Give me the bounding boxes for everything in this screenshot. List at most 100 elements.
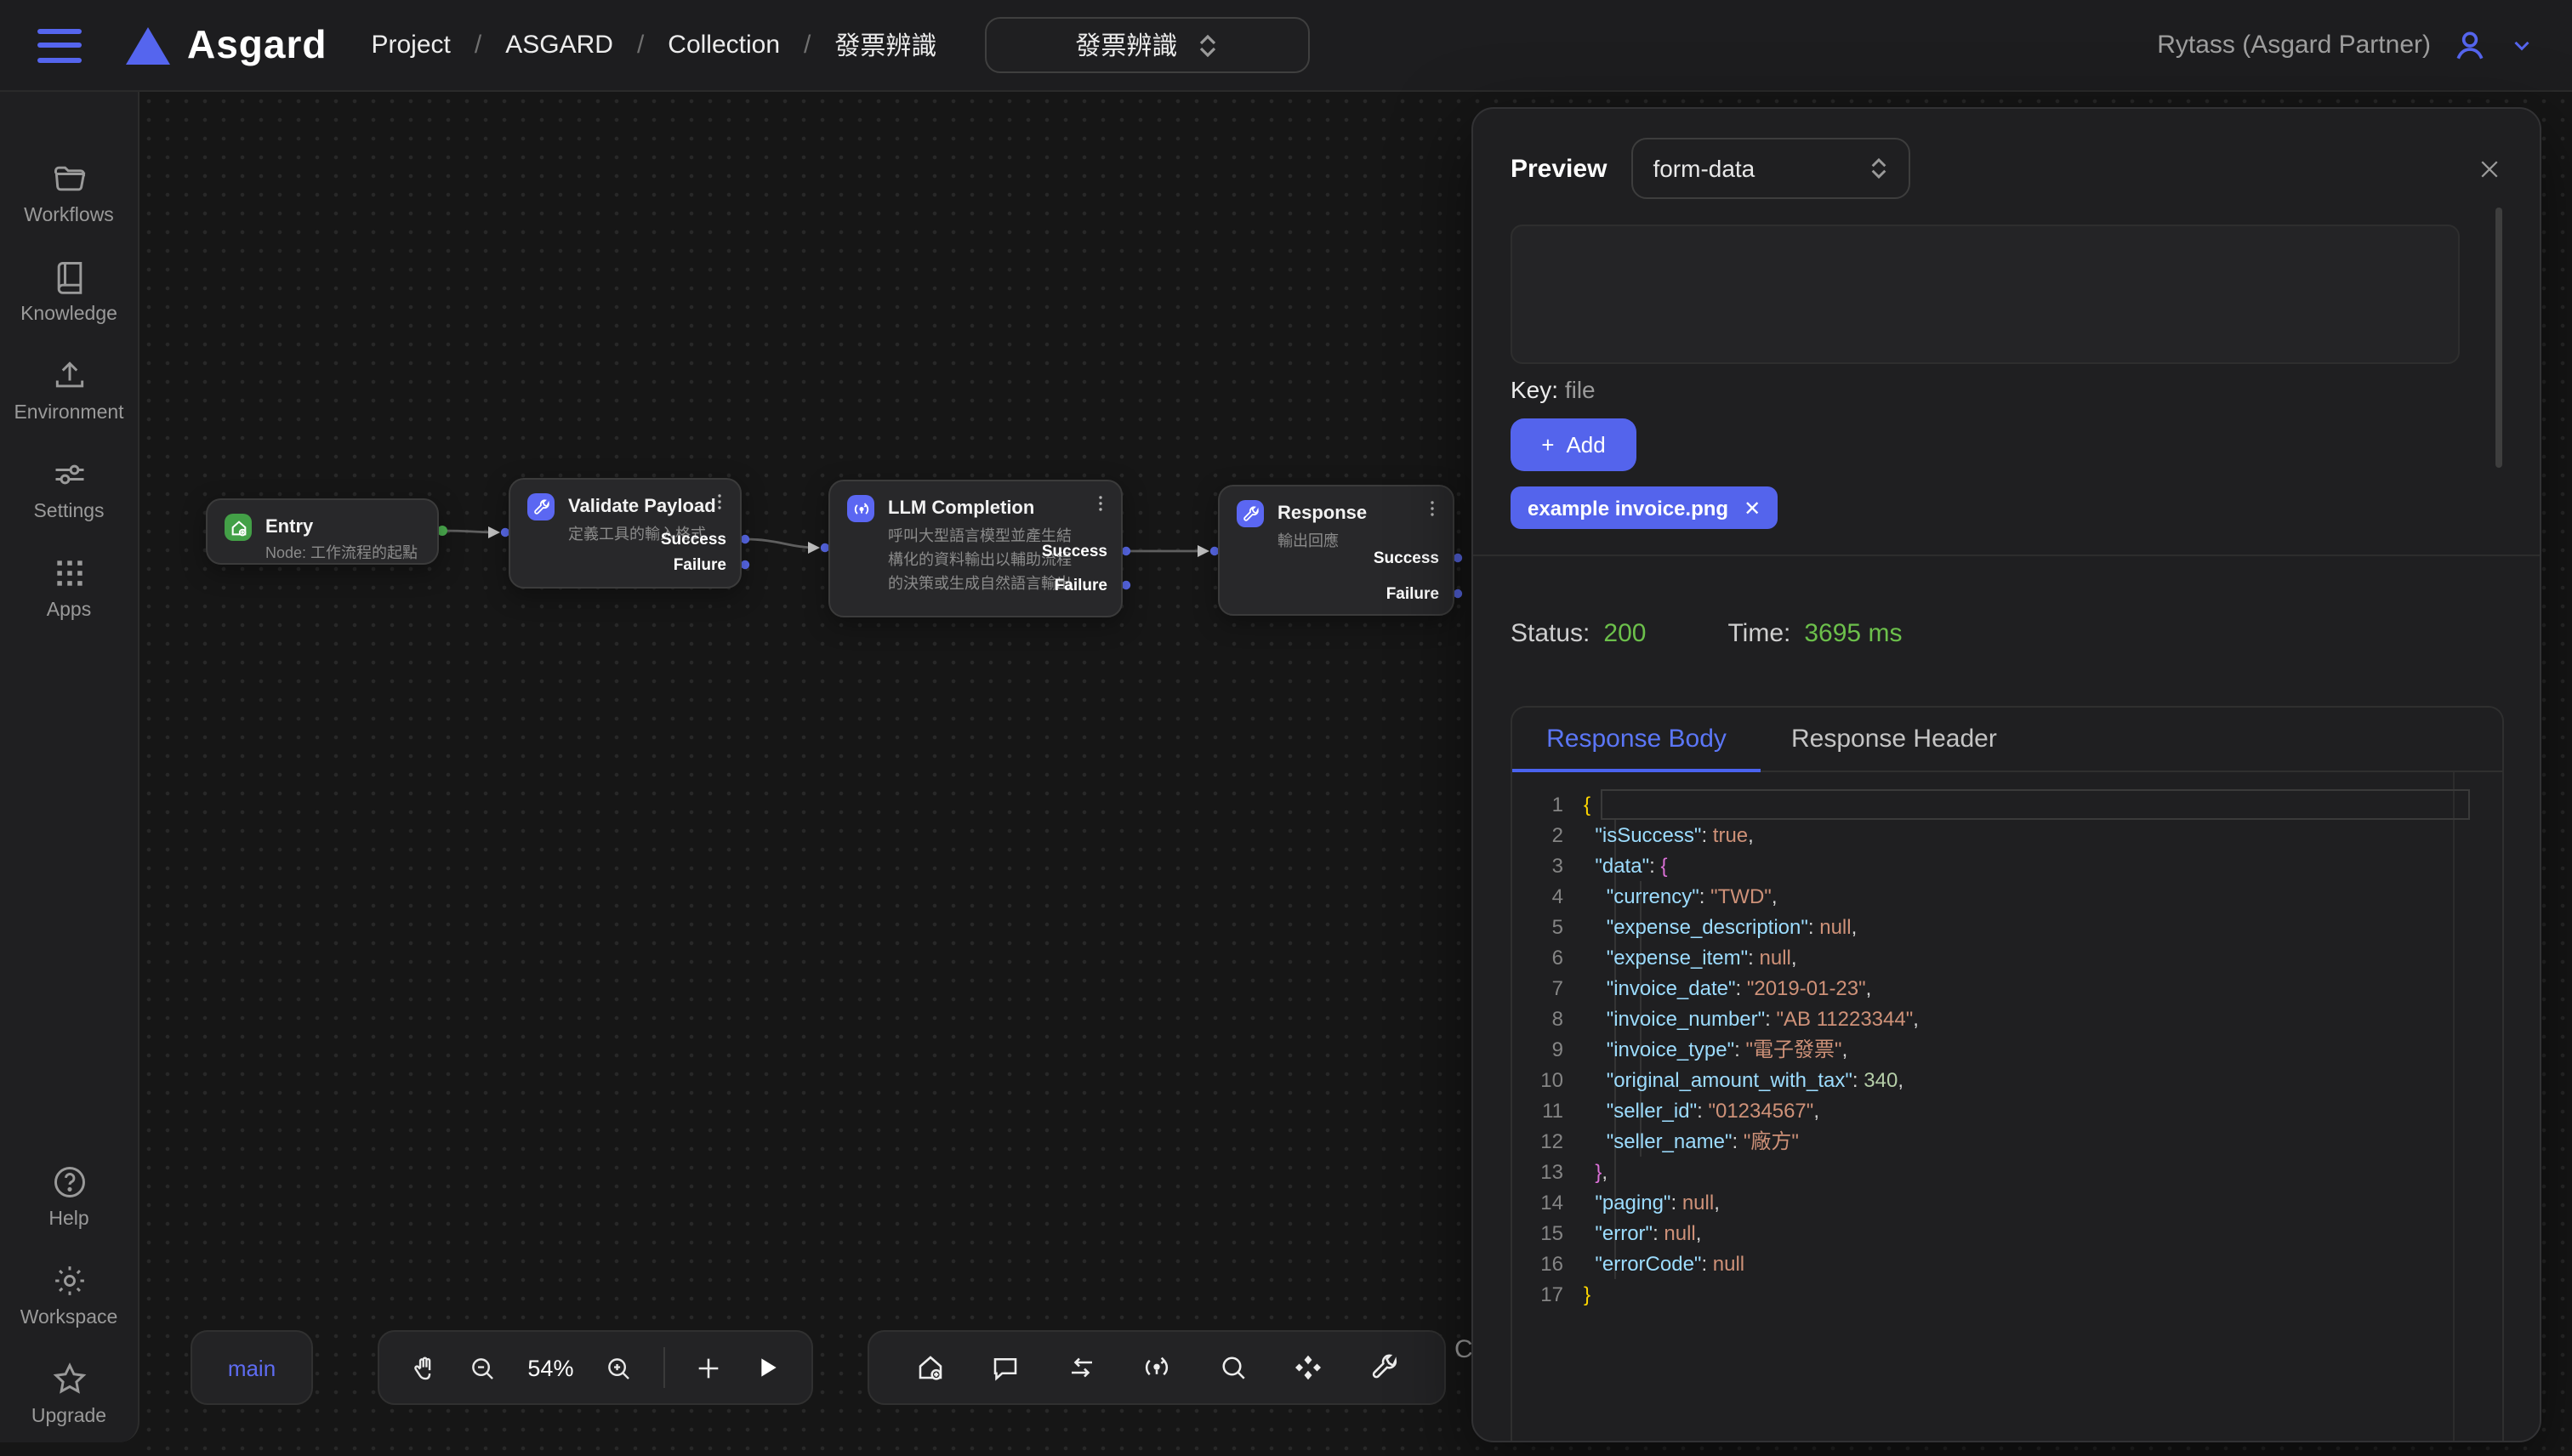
code-line: 10 "original_amount_with_tax": 340, <box>1512 1065 2502 1095</box>
sidebar-item-label: Apps <box>47 600 91 620</box>
sidebar-item-settings[interactable]: Settings <box>0 439 138 537</box>
node-response[interactable]: Response 輸出回應 Success Failure <box>1218 485 1454 616</box>
response-tabs: Response Body Response Header <box>1512 708 2502 772</box>
preview-panel: Preview form-data Key: file + Add exampl… <box>1471 107 2541 1442</box>
wrench-icon <box>527 493 555 520</box>
code-lines: 1{2 "isSuccess": true,3 "data": {4 "curr… <box>1512 789 2502 1310</box>
hamburger-menu-icon[interactable] <box>37 28 82 62</box>
breadcrumb-current: 發票辨識 <box>834 27 936 63</box>
node-title: Response <box>1277 500 1367 527</box>
user-name: Rytass (Asgard Partner) <box>2157 31 2431 60</box>
node-output-failure[interactable]: Failure <box>674 556 726 577</box>
node-output-success[interactable]: Success <box>1042 543 1107 563</box>
tab-response-header[interactable]: Response Header <box>1761 708 2028 771</box>
breadcrumb-separator: / <box>804 31 811 60</box>
preview-panel-header: Preview form-data <box>1511 138 2502 199</box>
sidebar-item-label: Workspace <box>20 1307 118 1328</box>
star-icon <box>50 1360 88 1397</box>
rerun-icon[interactable] <box>1141 1352 1172 1383</box>
code-line: 6 "expense_item": null, <box>1512 942 2502 973</box>
sidebar-item-knowledge[interactable]: Knowledge <box>0 242 138 340</box>
code-line: 14 "paging": null, <box>1512 1187 2502 1218</box>
body-type-value: form-data <box>1653 155 1755 182</box>
node-menu-icon[interactable] <box>709 492 730 512</box>
brand[interactable]: Asgard <box>126 22 327 68</box>
node-output-failure[interactable]: Failure <box>1055 577 1107 597</box>
gear-icon <box>50 1261 88 1299</box>
zoom-level: 54% <box>527 1355 573 1380</box>
node-entry[interactable]: Entry Node: 工作流程的起點 <box>206 498 439 565</box>
user-menu[interactable]: Rytass (Asgard Partner) <box>2157 26 2535 64</box>
pan-hand-icon[interactable] <box>409 1353 438 1382</box>
sidebar-item-workflows[interactable]: Workflows <box>0 143 138 242</box>
add-file-button[interactable]: + Add <box>1511 418 1636 471</box>
zoom-in-icon[interactable] <box>604 1353 633 1382</box>
asgard-logo-icon <box>126 26 170 64</box>
node-menu-icon[interactable] <box>1422 498 1442 519</box>
node-output-failure[interactable]: Failure <box>1386 585 1439 606</box>
apps-grid-icon <box>50 554 88 591</box>
node-output-success[interactable]: Success <box>1374 549 1439 570</box>
code-line: 2 "isSuccess": true, <box>1512 820 2502 850</box>
panel-scrollbar[interactable] <box>2495 208 2502 468</box>
code-editor[interactable]: 1{2 "isSuccess": true,3 "data": {4 "curr… <box>1512 772 2502 1441</box>
add-entry-node-icon[interactable] <box>914 1352 945 1383</box>
toolbar-divider <box>663 1347 664 1388</box>
add-node-icon[interactable] <box>695 1353 724 1382</box>
sidebar-item-help[interactable]: Help <box>0 1146 138 1245</box>
sidebar-item-apps[interactable]: Apps <box>0 537 138 636</box>
plus-icon: + <box>1541 432 1554 458</box>
breadcrumb-project[interactable]: Project <box>372 31 451 60</box>
sliders-icon <box>50 455 88 492</box>
body-type-select[interactable]: form-data <box>1630 138 1909 199</box>
code-line: 11 "seller_id": "01234567", <box>1512 1095 2502 1126</box>
tab-response-body[interactable]: Response Body <box>1512 708 1761 771</box>
node-desc: Node: 工作流程的起點 <box>265 541 418 565</box>
run-workflow-icon[interactable] <box>754 1354 781 1381</box>
key-value: file <box>1565 376 1596 403</box>
close-icon[interactable] <box>2477 156 2502 181</box>
branch-button[interactable]: main <box>191 1330 313 1405</box>
form-data-scroll-area[interactable] <box>1511 225 2460 364</box>
select-updown-icon <box>1869 156 1887 180</box>
canvas-tools-toolbar <box>868 1330 1446 1405</box>
collection-select[interactable]: 發票辨識 <box>984 17 1309 73</box>
user-avatar-icon[interactable] <box>2451 26 2489 64</box>
help-icon <box>50 1163 88 1200</box>
code-line: 4 "currency": "TWD", <box>1512 881 2502 912</box>
add-button-label: Add <box>1566 432 1605 458</box>
node-validate-payload[interactable]: Validate Payload 定義工具的輸入格式 Success Failu… <box>509 478 742 589</box>
comment-icon[interactable] <box>990 1352 1021 1383</box>
sidebar-item-environment[interactable]: Environment <box>0 340 138 439</box>
upload-icon <box>50 356 88 394</box>
wrench-tool-icon[interactable] <box>1369 1352 1399 1383</box>
swap-arrows-icon[interactable] <box>1066 1352 1096 1383</box>
app-root: Asgard Project / ASGARD / Collection / 發… <box>0 0 2572 1456</box>
node-output-success[interactable]: Success <box>661 531 726 551</box>
sidebar-item-workspace[interactable]: Workspace <box>0 1245 138 1344</box>
search-icon[interactable] <box>1217 1352 1248 1383</box>
code-line: 5 "expense_description": null, <box>1512 912 2502 942</box>
breadcrumb-collection[interactable]: Collection <box>668 31 780 60</box>
zoom-out-icon[interactable] <box>469 1353 498 1382</box>
file-chip[interactable]: example invoice.png ✕ <box>1511 486 1778 529</box>
branch-name: main <box>228 1355 276 1380</box>
breadcrumb-separator: / <box>637 31 644 60</box>
key-label: Key: <box>1511 376 1558 403</box>
auto-layout-icon[interactable] <box>1293 1352 1323 1383</box>
chip-close-icon[interactable]: ✕ <box>1744 496 1761 520</box>
select-updown-icon <box>1198 33 1218 57</box>
sidebar-item-upgrade[interactable]: Upgrade <box>0 1344 138 1442</box>
llm-cycle-icon <box>847 495 874 522</box>
node-menu-icon[interactable] <box>1090 493 1111 514</box>
canvas-zoom-toolbar: 54% <box>378 1330 813 1405</box>
user-chevron-down-icon[interactable] <box>2509 32 2535 58</box>
status-row: Status: 200 Time: 3695 ms <box>1511 619 1902 648</box>
status-value: 200 <box>1603 619 1646 648</box>
node-title: Validate Payload <box>568 493 716 520</box>
breadcrumb-asgard[interactable]: ASGARD <box>505 31 613 60</box>
node-llm-completion[interactable]: LLM Completion 呼叫大型語言模型並產生結構化的資料輸出以輔助流程的… <box>828 480 1123 617</box>
code-line: 13 }, <box>1512 1157 2502 1187</box>
node-title: Entry <box>265 514 418 541</box>
breadcrumb-separator: / <box>475 31 481 60</box>
